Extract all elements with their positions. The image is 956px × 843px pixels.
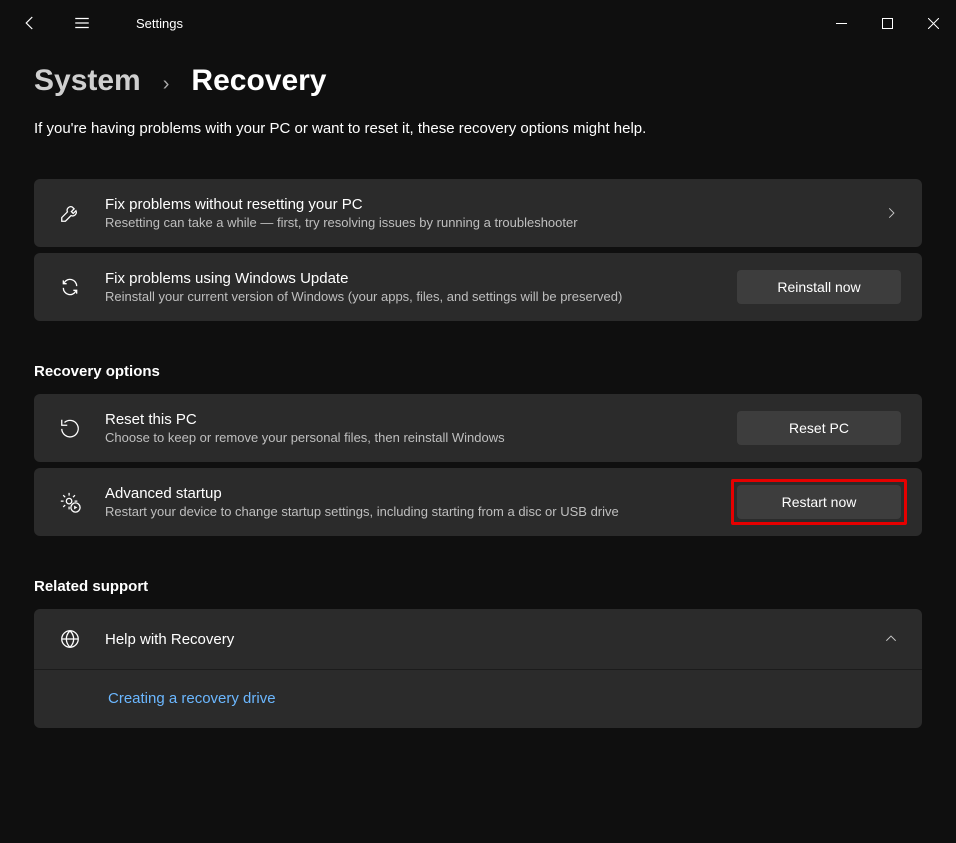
close-button[interactable] (910, 4, 956, 42)
create-recovery-drive-link[interactable]: Creating a recovery drive (108, 690, 276, 707)
minimize-button[interactable] (818, 4, 864, 42)
card-subtitle: Reinstall your current version of Window… (105, 289, 715, 304)
globe-icon (57, 626, 83, 652)
card-title: Help with Recovery (105, 631, 859, 648)
window-controls (818, 4, 956, 42)
card-text: Reset this PC Choose to keep or remove y… (105, 411, 715, 445)
highlight-annotation: Restart now (731, 479, 907, 525)
chevron-up-icon (881, 629, 901, 649)
refresh-icon (57, 274, 83, 300)
related-support-heading: Related support (34, 578, 922, 595)
recovery-options-heading: Recovery options (34, 363, 922, 380)
advanced-startup-card: Advanced startup Restart your device to … (34, 468, 922, 536)
breadcrumb-current: Recovery (191, 64, 326, 98)
reset-pc-card: Reset this PC Choose to keep or remove y… (34, 394, 922, 462)
card-text: Fix problems using Windows Update Reinst… (105, 270, 715, 304)
card-text: Fix problems without resetting your PC R… (105, 196, 859, 230)
title-bar-left: Settings (18, 11, 183, 35)
help-recovery-card[interactable]: Help with Recovery (34, 609, 922, 669)
nav-menu-button[interactable] (70, 11, 94, 35)
gear-play-icon (57, 489, 83, 515)
card-title: Fix problems using Windows Update (105, 270, 715, 287)
intro-group: Fix problems without resetting your PC R… (34, 179, 922, 321)
maximize-button[interactable] (864, 4, 910, 42)
wrench-icon (57, 200, 83, 226)
reinstall-now-button[interactable]: Reinstall now (737, 270, 901, 304)
reset-icon (57, 415, 83, 441)
page-subtitle: If you're having problems with your PC o… (34, 120, 922, 137)
card-subtitle: Restart your device to change startup se… (105, 504, 715, 519)
app-title: Settings (136, 16, 183, 31)
breadcrumb-parent[interactable]: System (34, 64, 141, 98)
reset-pc-button[interactable]: Reset PC (737, 411, 901, 445)
page-content: System › Recovery If you're having probl… (0, 64, 956, 728)
help-link-row: Creating a recovery drive (34, 669, 922, 728)
breadcrumb-separator: › (163, 73, 170, 96)
restart-now-button[interactable]: Restart now (737, 485, 901, 519)
fix-with-update-card: Fix problems using Windows Update Reinst… (34, 253, 922, 321)
title-bar: Settings (0, 0, 956, 46)
fix-without-reset-card[interactable]: Fix problems without resetting your PC R… (34, 179, 922, 247)
back-button[interactable] (18, 11, 42, 35)
card-title: Advanced startup (105, 485, 715, 502)
chevron-right-icon (881, 203, 901, 223)
card-title: Fix problems without resetting your PC (105, 196, 859, 213)
card-title: Reset this PC (105, 411, 715, 428)
card-subtitle: Choose to keep or remove your personal f… (105, 430, 715, 445)
card-text: Help with Recovery (105, 631, 859, 648)
card-subtitle: Resetting can take a while — first, try … (105, 215, 859, 230)
breadcrumb: System › Recovery (34, 64, 922, 98)
card-text: Advanced startup Restart your device to … (105, 485, 715, 519)
